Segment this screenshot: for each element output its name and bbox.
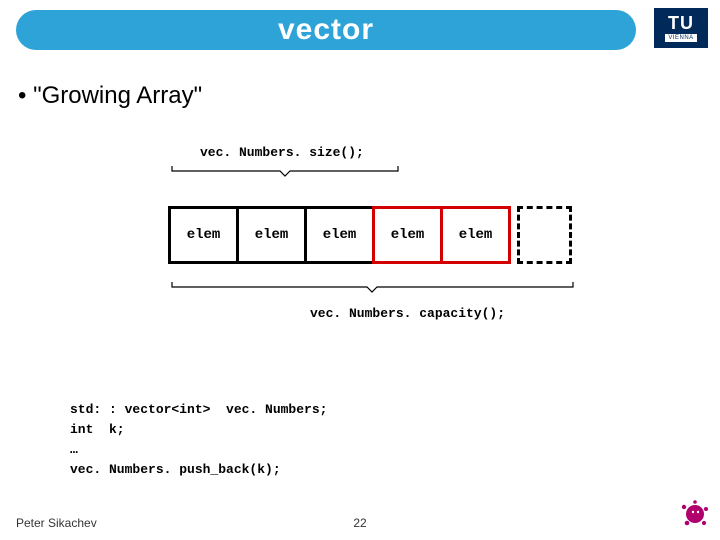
slide-title: vector (278, 13, 374, 47)
capacity-call-label: vec. Numbers. capacity(); (310, 306, 505, 321)
size-call-label: vec. Numbers. size(); (200, 145, 364, 160)
logo-bottom: VIENNA (665, 34, 696, 42)
capacity-brace (170, 280, 575, 294)
code-line-2: int k; (70, 422, 125, 437)
cell-1: elem (236, 206, 307, 264)
code-block: std: : vector<int> vec. Numbers; int k; … (70, 400, 327, 481)
vector-cells: elem elem elem elem elem (168, 206, 572, 264)
cell-reserved (517, 206, 572, 264)
cell-2: elem (304, 206, 375, 264)
code-line-4: vec. Numbers. push_back(k); (70, 462, 281, 477)
title-bar: vector (16, 10, 636, 50)
cell-4: elem (440, 206, 511, 264)
code-line-3: … (70, 442, 78, 457)
university-logo: TU VIENNA (654, 8, 708, 48)
logo-top: TU (668, 14, 694, 32)
paint-splat-icon (680, 499, 710, 534)
bullet-growing-array: • "Growing Array" (18, 82, 202, 110)
code-line-1: std: : vector<int> vec. Numbers; (70, 402, 327, 417)
slide: vector TU VIENNA • "Growing Array" vec. … (0, 0, 720, 540)
size-brace (170, 164, 400, 178)
cell-3: elem (372, 206, 443, 264)
cell-0: elem (168, 206, 239, 264)
footer-page-number: 22 (0, 516, 720, 530)
